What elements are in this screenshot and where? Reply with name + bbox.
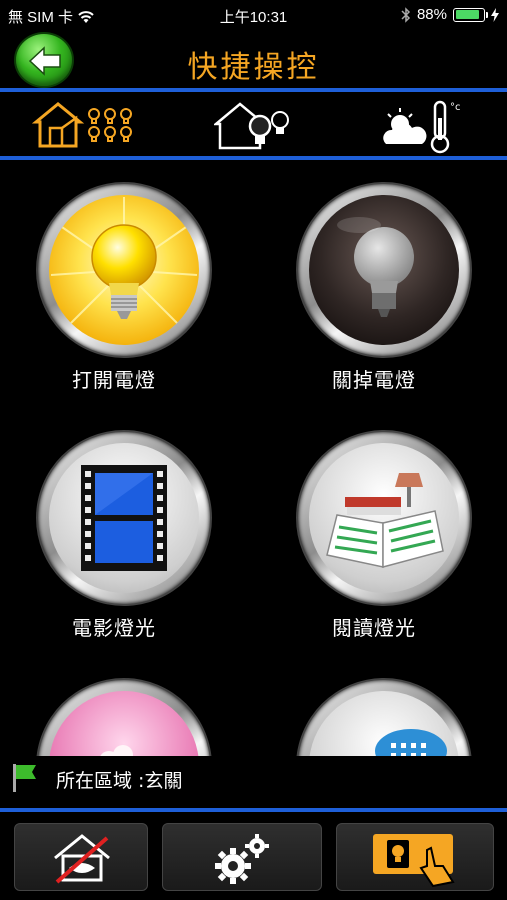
house-bulbs-icon <box>32 102 132 148</box>
weather-thermometer-icon: °c <box>383 100 461 154</box>
scene-movie-light[interactable]: 電影燈光 <box>14 414 214 654</box>
celsius-label: °c <box>450 102 461 113</box>
scene-label: 電影燈光 <box>72 616 156 640</box>
scene-lights-tab[interactable] <box>32 94 172 156</box>
bottom-toolbar <box>0 814 507 900</box>
location-text: 所在區域 :玄關 <box>56 770 183 792</box>
lights-on-button[interactable] <box>38 184 210 356</box>
footer-divider <box>0 808 507 812</box>
scene-flower[interactable] <box>14 662 214 756</box>
header-divider <box>0 88 507 92</box>
scene-chat[interactable] <box>274 662 474 756</box>
battery-percent: 88% <box>416 6 447 23</box>
flower-scene-button[interactable] <box>38 680 210 756</box>
hide-home-button[interactable] <box>14 823 148 891</box>
quick-control-button[interactable] <box>336 823 494 891</box>
gears-icon <box>215 834 269 884</box>
scene-lights-off[interactable]: 關掉電燈 <box>274 166 474 406</box>
tabs-divider <box>0 156 507 160</box>
scene-label: 打開電燈 <box>72 368 156 392</box>
status-bar: 無 SIM 卡 上午10:31 88% <box>0 0 507 30</box>
settings-button[interactable] <box>162 823 322 891</box>
battery-icon <box>453 7 488 22</box>
film-icon <box>81 465 167 571</box>
location-bar: 所在區域 :玄關 <box>0 756 507 808</box>
charging-icon <box>491 7 499 22</box>
green-flag-icon <box>13 764 36 792</box>
mode-tabs: °c <box>0 94 507 156</box>
house-bulb-icon <box>214 102 289 150</box>
header: 快捷操控 <box>0 30 507 90</box>
scene-reading-light[interactable]: 閱讀燈光 <box>274 414 474 654</box>
flower-icon <box>49 691 199 756</box>
home-light-tab[interactable] <box>214 94 354 156</box>
scene-label: 閱讀燈光 <box>332 616 416 640</box>
page-title: 快捷操控 <box>187 50 320 85</box>
touch-panel-icon <box>373 834 455 888</box>
scene-grid: 打開電燈 關掉電燈 電影燈光 閱讀燈光 <box>0 162 507 756</box>
chat-scene-button[interactable] <box>298 680 470 756</box>
movie-light-button[interactable] <box>38 432 210 604</box>
chat-icon <box>375 729 447 756</box>
lights-off-button[interactable] <box>298 184 470 356</box>
book-lamp-icon <box>326 473 444 568</box>
scene-label: 關掉電燈 <box>332 368 416 392</box>
climate-tab[interactable]: °c <box>380 94 507 156</box>
bulb-off-icon <box>309 195 459 345</box>
scene-lights-on[interactable]: 打開電燈 <box>14 166 214 406</box>
bluetooth-icon <box>401 6 411 23</box>
home-hidden-icon <box>54 834 110 884</box>
bulb-on-icon <box>49 195 199 345</box>
reading-light-button[interactable] <box>298 432 470 604</box>
